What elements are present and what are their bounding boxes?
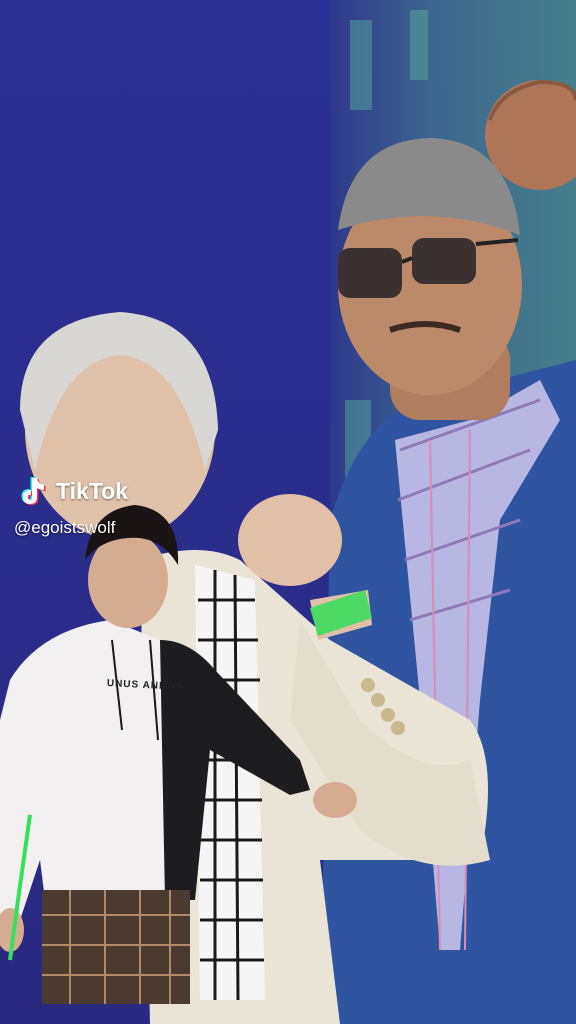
- photo-scene: UNUS ANNUS TikTok @egoistswolf: [0, 0, 576, 1024]
- tiktok-brand-row: TikTok: [18, 474, 128, 508]
- tiktok-brand-name: TikTok: [56, 477, 128, 504]
- man-right: [320, 79, 576, 1024]
- creator-handle[interactable]: @egoistswolf: [14, 518, 128, 538]
- tiktok-note-icon: [21, 477, 46, 505]
- tiktok-watermark: TikTok @egoistswolf: [14, 474, 128, 538]
